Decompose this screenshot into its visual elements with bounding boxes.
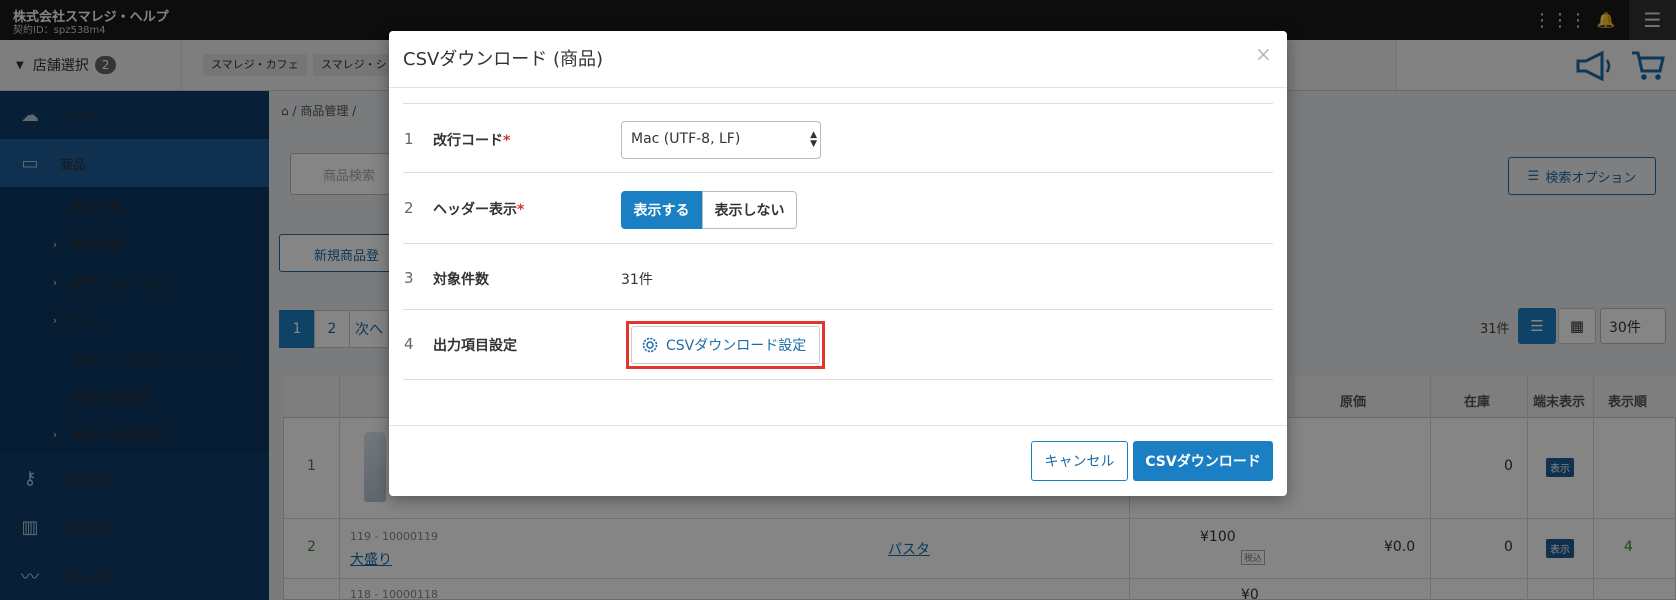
csv-download-settings-button[interactable]: CSVダウンロード設定	[631, 326, 820, 364]
target-count: 31件	[621, 272, 653, 288]
gear-icon	[642, 337, 658, 353]
select-arrows-icon: ▲ ▼	[810, 130, 817, 149]
modal-title: CSVダウンロード (商品)	[403, 49, 604, 70]
row-number: 3	[404, 269, 414, 287]
csv-download-button[interactable]: CSVダウンロード	[1133, 441, 1273, 481]
close-icon[interactable]: ×	[1255, 42, 1272, 66]
field-label: 対象件数	[433, 272, 489, 288]
csv-download-modal: CSVダウンロード (商品) × 1 改行コード* Mac (UTF-8, LF…	[389, 31, 1287, 496]
field-label: 改行コード*	[433, 133, 511, 149]
field-label: 出力項目設定	[433, 338, 517, 354]
header-hide-button[interactable]: 表示しない	[702, 191, 797, 229]
row-number: 2	[404, 199, 414, 217]
cancel-button[interactable]: キャンセル	[1031, 441, 1128, 481]
field-label: ヘッダー表示*	[433, 202, 525, 218]
row-number: 1	[404, 130, 414, 148]
row-number: 4	[404, 335, 414, 353]
header-show-button[interactable]: 表示する	[621, 191, 702, 229]
newline-code-select[interactable]: Mac (UTF-8, LF) ▲ ▼	[621, 121, 821, 159]
